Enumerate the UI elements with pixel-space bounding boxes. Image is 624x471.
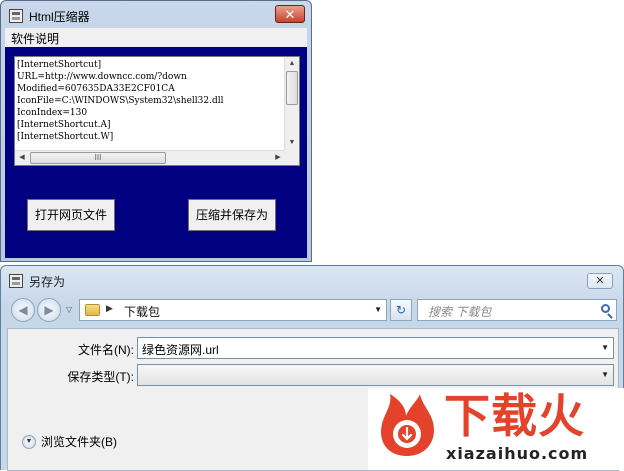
watermark-chinese-text: 下载火 <box>444 389 585 443</box>
horizontal-scrollbar[interactable]: ◀ III ▶ <box>15 150 285 165</box>
back-button[interactable]: ◀ <box>11 298 35 322</box>
dialog-app-icon <box>9 274 23 288</box>
textarea-text: [InternetShortcut] URL=http://www.downcc… <box>17 59 285 147</box>
window-titlebar[interactable]: Html压缩器 <box>9 6 90 26</box>
open-html-file-button[interactable]: 打开网页文件 <box>27 199 115 231</box>
menu-item-help[interactable]: 软件说明 <box>11 30 59 47</box>
address-dropdown-icon[interactable]: ▼ <box>374 305 382 314</box>
text-line: IconFile=C:\WINDOWS\System32\shell32.dll <box>17 96 224 106</box>
filename-value: 绿色资源网.url <box>142 343 219 357</box>
search-icon[interactable] <box>601 304 610 313</box>
dialog-close-button[interactable]: ✕ <box>587 273 613 289</box>
scroll-up-icon[interactable]: ▲ <box>285 57 299 71</box>
breadcrumb-path[interactable]: 下载包 <box>124 303 160 320</box>
scroll-right-icon[interactable]: ▶ <box>271 151 285 165</box>
close-button[interactable]: ✕ <box>275 5 305 23</box>
horizontal-scroll-thumb[interactable]: III <box>30 152 166 164</box>
browse-folders-toggle[interactable]: ▼ 浏览文件夹(B) <box>22 433 117 450</box>
watermark-logo: 下载火 xiazaihuo.com <box>368 388 624 470</box>
dialog-titlebar[interactable]: 另存为 <box>9 272 65 290</box>
text-line: [InternetShortcut] <box>17 60 102 70</box>
dialog-title: 另存为 <box>29 274 66 289</box>
vertical-scroll-thumb[interactable] <box>286 71 298 105</box>
search-placeholder: 搜索 下载包 <box>428 305 492 319</box>
expand-icon: ▼ <box>22 434 36 449</box>
app-icon <box>9 9 23 23</box>
refresh-icon: ↻ <box>395 303 407 317</box>
refresh-button[interactable]: ↻ <box>390 299 412 321</box>
navigation-bar: ◀ ▶ ▽ ▶ 下载包 ▼ ↻ 搜索 下载包 <box>9 297 617 323</box>
scroll-down-icon[interactable]: ▼ <box>285 136 299 150</box>
text-line: Modified=607635DA33E2CF01CA <box>17 84 175 94</box>
browse-folders-label: 浏览文件夹(B) <box>41 435 117 449</box>
flame-logo-icon <box>381 394 434 456</box>
filename-field[interactable]: 绿色资源网.url ▼ <box>137 337 614 359</box>
filetype-dropdown-icon[interactable]: ▼ <box>601 370 609 379</box>
text-line: IconIndex=130 <box>17 108 88 118</box>
filetype-select[interactable]: ▼ <box>137 364 614 386</box>
scrollbar-corner <box>284 150 299 165</box>
client-area: [InternetShortcut] URL=http://www.downcc… <box>5 47 307 258</box>
window-title: Html压缩器 <box>29 9 90 24</box>
forward-arrow-icon: ▶ <box>44 303 54 317</box>
breadcrumb-separator-icon[interactable]: ▶ <box>106 303 113 314</box>
forward-button[interactable]: ▶ <box>37 298 61 322</box>
compress-and-save-button[interactable]: 压缩并保存为 <box>188 199 276 231</box>
watermark-domain-text: xiazaihuo.com <box>446 444 589 463</box>
filename-dropdown-icon[interactable]: ▼ <box>601 343 609 352</box>
grip-icon: III <box>94 153 102 162</box>
back-arrow-icon: ◀ <box>18 303 28 317</box>
vertical-scrollbar[interactable]: ▲ ▼ <box>284 57 299 150</box>
filetype-label: 保存类型(T): <box>67 370 134 384</box>
recent-locations-dropdown-icon[interactable]: ▽ <box>66 305 72 314</box>
text-line: URL=http://www.downcc.com/?down <box>17 72 187 82</box>
menu-bar: 软件说明 <box>5 28 307 47</box>
text-line: [InternetShortcut.W] <box>17 132 114 142</box>
address-bar[interactable]: ▶ 下载包 ▼ <box>79 299 387 321</box>
search-box[interactable]: 搜索 下载包 <box>417 299 617 321</box>
content-textarea[interactable]: [InternetShortcut] URL=http://www.downcc… <box>14 56 300 166</box>
html-compressor-window: Html压缩器 ✕ 软件说明 [InternetShortcut] URL=ht… <box>0 0 312 262</box>
folder-icon <box>85 304 100 316</box>
text-line: [InternetShortcut.A] <box>17 120 111 130</box>
scroll-left-icon[interactable]: ◀ <box>15 151 29 165</box>
filename-label: 文件名(N): <box>78 343 134 357</box>
